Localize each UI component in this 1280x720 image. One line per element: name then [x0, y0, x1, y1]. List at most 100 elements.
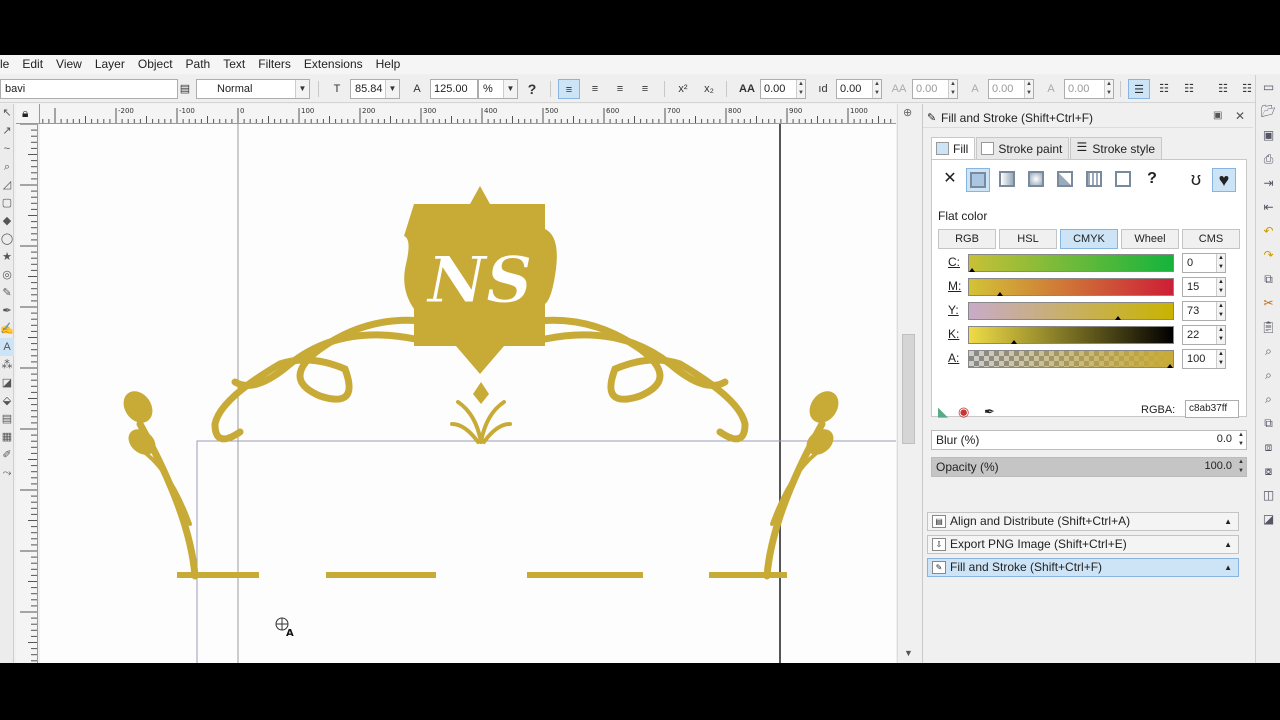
text-frame[interactable] [196, 440, 896, 663]
iconify-icon[interactable]: ▣ [1213, 110, 1222, 121]
mode-rgb[interactable]: RGB [938, 229, 996, 249]
measure-tool-icon[interactable]: ◿ [0, 176, 14, 194]
vertical-shift-input[interactable]: 0.00 ▲ ▼ [988, 79, 1034, 99]
yellow-input[interactable]: 73 ▲ ▼ [1182, 301, 1226, 321]
font-style-select[interactable]: Normal ▼ [196, 79, 310, 99]
save-icon[interactable]: ▣ [1256, 123, 1280, 147]
zoom-page-icon[interactable]: ⌕ [1256, 387, 1280, 411]
align-left-icon[interactable]: ≡ [558, 79, 580, 99]
unset-paint-icon[interactable]: ? [1140, 168, 1164, 192]
align-center-icon[interactable]: ≡ [584, 79, 606, 99]
canvas-vertical-scrollbar[interactable]: ⊕ ▼ [897, 104, 919, 663]
new-document-icon[interactable]: ▭ [1256, 75, 1280, 99]
zoom-icon[interactable]: ⊕ [903, 106, 912, 119]
spinner-arrows-icon[interactable]: ▲ ▼ [1216, 278, 1225, 296]
horizontal-text-icon[interactable]: ☰ [1128, 79, 1150, 99]
spray-tool-icon[interactable]: ⁂ [0, 356, 14, 374]
spinner-arrows-icon[interactable]: ▲ ▼ [796, 80, 805, 98]
mesh-tool-icon[interactable]: ▦ [0, 428, 14, 446]
collapse-arrow-icon[interactable]: ▲ [1224, 513, 1232, 530]
bucket-tool-icon[interactable]: ⬙ [0, 392, 14, 410]
slider-marker[interactable] [1010, 340, 1017, 344]
blur-slider[interactable]: Blur (%) 0.0 ▲ ▼ [931, 430, 1247, 450]
node-tool-icon[interactable]: ↗ [0, 122, 14, 140]
kerning-input[interactable]: 0.00 ▲ ▼ [912, 79, 958, 99]
scrollbar-thumb[interactable] [902, 334, 915, 444]
flat-color-icon[interactable] [966, 168, 990, 192]
selector-tool-icon[interactable]: ↖ [0, 104, 14, 122]
word-spacing-input[interactable]: 0.00 ▲ ▼ [836, 79, 882, 99]
close-icon[interactable]: ✕ [1235, 109, 1245, 123]
mode-cmyk[interactable]: CMYK [1060, 229, 1118, 249]
color-managed-icon[interactable]: ◣ [938, 404, 948, 420]
black-slider[interactable] [968, 326, 1174, 344]
subscript-icon[interactable]: x₂ [698, 79, 720, 99]
radial-gradient-icon[interactable] [1024, 168, 1048, 192]
magenta-input[interactable]: 15 ▲ ▼ [1182, 277, 1226, 297]
zoom-drawing-icon[interactable]: ⌕ [1256, 363, 1280, 387]
alpha-slider[interactable] [968, 350, 1174, 368]
export-icon[interactable]: ⇤ [1256, 195, 1280, 219]
help-icon[interactable]: ? [521, 79, 543, 99]
import-icon[interactable]: ⇥ [1256, 171, 1280, 195]
group-icon[interactable]: ◫ [1256, 483, 1280, 507]
line-spacing-input[interactable]: 125.00 [430, 79, 478, 99]
tweak-tool-icon[interactable]: ~ [0, 140, 14, 158]
swatch-icon[interactable] [1111, 168, 1135, 192]
menu-path[interactable]: Path [180, 55, 218, 74]
vertical-text-rl-icon[interactable]: ☷ [1178, 79, 1200, 99]
rotation-input[interactable]: 0.00 ▲ ▼ [1064, 79, 1114, 99]
menu-edit[interactable]: Edit [16, 55, 50, 74]
dock-fill-stroke[interactable]: ✎ Fill and Stroke (Shift+Ctrl+F) ▲ [927, 558, 1239, 577]
no-paint-icon[interactable]: ✕ [938, 168, 962, 192]
magenta-slider[interactable] [968, 278, 1174, 296]
mode-wheel[interactable]: Wheel [1121, 229, 1179, 249]
slider-marker[interactable] [969, 268, 975, 272]
dock-export-png[interactable]: ⇩ Export PNG Image (Shift+Ctrl+E) ▲ [927, 535, 1239, 554]
text-orientation-icon[interactable]: ☷ [1212, 79, 1234, 99]
vertical-ruler[interactable] [16, 124, 38, 663]
calligraphy-tool-icon[interactable]: ✍ [0, 320, 14, 338]
collapse-arrow-icon[interactable]: ▲ [1224, 536, 1232, 553]
spinner-arrows-icon[interactable]: ▲ ▼ [872, 80, 881, 98]
justify-icon[interactable]: ≡ [634, 79, 656, 99]
yellow-slider[interactable] [968, 302, 1174, 320]
horizontal-ruler[interactable]: -200 -100 0 100 200 300 400 500 600 700 800 900 1000 [40, 104, 896, 124]
menu-text[interactable]: Text [217, 55, 252, 74]
cyan-slider[interactable] [968, 254, 1174, 272]
line-spacing-unit-select[interactable]: % ▼ [478, 79, 518, 99]
paste-icon[interactable]: 📋︎ [1256, 315, 1280, 339]
ellipse-tool-icon[interactable]: ◯ [0, 230, 14, 248]
spinner-arrows-icon[interactable]: ▲ ▼ [1216, 302, 1225, 320]
fill-rule-nonzero-icon[interactable]: ♥ [1212, 168, 1236, 192]
menu-file[interactable]: le [0, 55, 16, 74]
clone-icon[interactable]: ⧈ [1256, 435, 1280, 459]
gradient-tool-icon[interactable]: ▤ [0, 410, 14, 428]
gold-ornament[interactable]: NS [118, 186, 845, 580]
mode-hsl[interactable]: HSL [999, 229, 1057, 249]
rgba-input[interactable]: c8ab37ff [1185, 400, 1239, 418]
spinner-arrows-icon[interactable]: ▲ ▼ [1216, 350, 1225, 368]
cut-icon[interactable]: ✂ [1256, 291, 1280, 315]
superscript-icon[interactable]: x² [672, 79, 694, 99]
font-list-icon[interactable]: ▤ [176, 79, 194, 99]
fill-rule-evenodd-icon[interactable]: ʊ [1184, 168, 1208, 192]
pencil-tool-icon[interactable]: ✎ [0, 284, 14, 302]
alpha-input[interactable]: 100 ▲ ▼ [1182, 349, 1226, 369]
open-icon[interactable]: 📂︎ [1256, 99, 1280, 123]
spinner-arrows-icon[interactable]: ▲ ▼ [1104, 80, 1113, 98]
menu-object[interactable]: Object [132, 55, 180, 74]
menu-filters[interactable]: Filters [252, 55, 298, 74]
spinner-arrows-icon[interactable]: ▲ ▼ [1216, 326, 1225, 344]
cyan-input[interactable]: 0 ▲ ▼ [1182, 253, 1226, 273]
redo-icon[interactable]: ↷ [1256, 243, 1280, 267]
slider-marker[interactable] [996, 292, 1003, 296]
menu-extensions[interactable]: Extensions [298, 55, 370, 74]
ungroup-icon[interactable]: ◪ [1256, 507, 1280, 531]
eraser-tool-icon[interactable]: ◪ [0, 374, 14, 392]
spiral-tool-icon[interactable]: ◎ [0, 266, 14, 284]
dropper-tool-icon[interactable]: ✐ [0, 446, 14, 464]
spinner-arrows-icon[interactable]: ▲ ▼ [1024, 80, 1033, 98]
opacity-slider[interactable]: Opacity (%) 100.0 ▲ ▼ [931, 457, 1247, 477]
letter-spacing-input[interactable]: 0.00 ▲ ▼ [760, 79, 806, 99]
